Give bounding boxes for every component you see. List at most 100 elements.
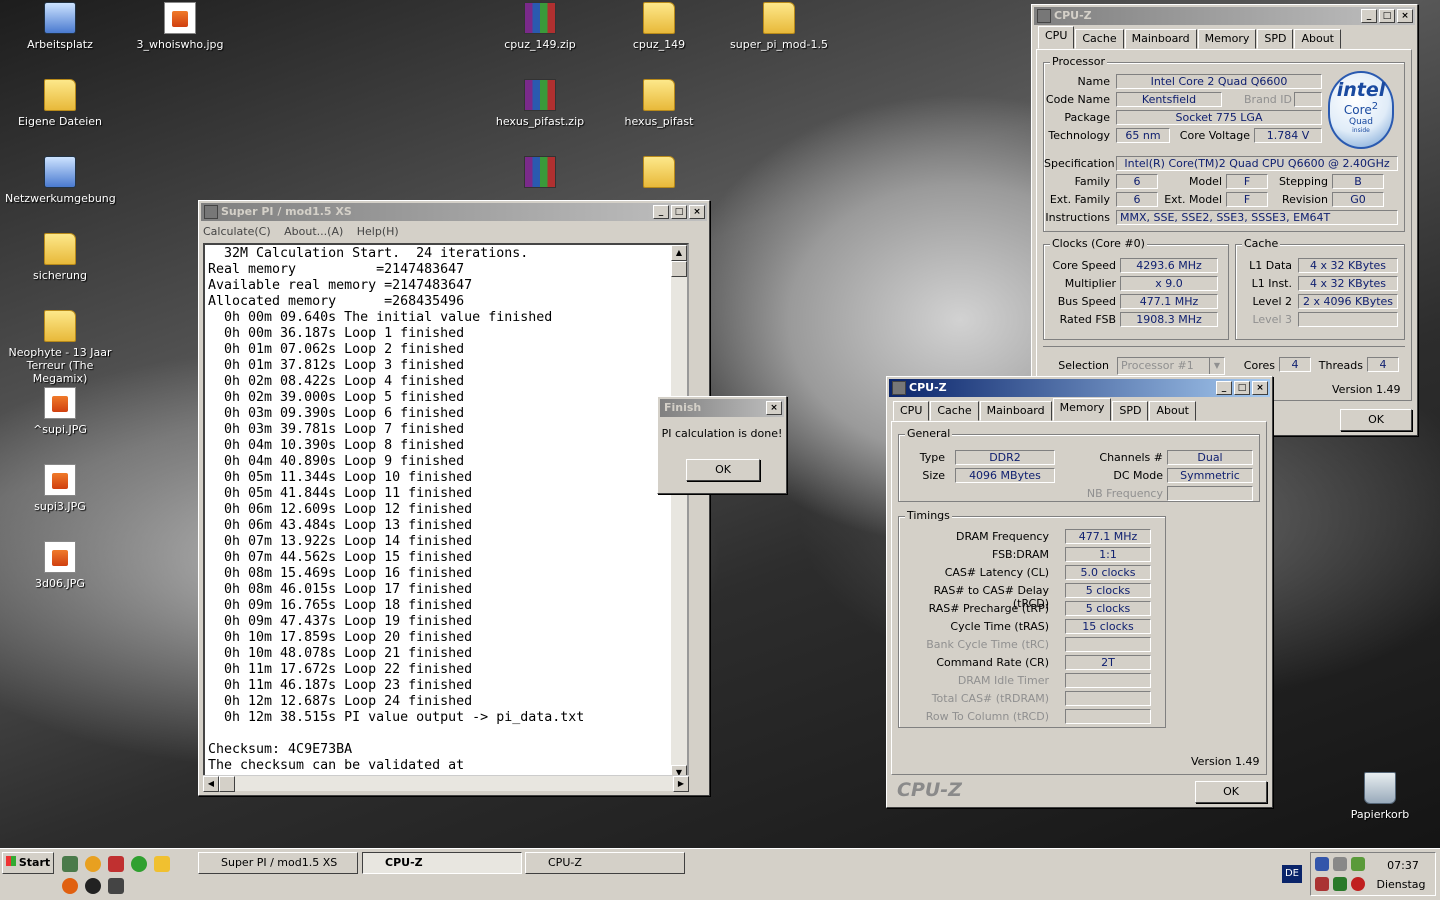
language-indicator[interactable]: DE [1282,865,1302,883]
close-button[interactable]: × [766,401,782,415]
minimize-button[interactable]: _ [653,205,669,219]
hscroll-thumb[interactable] [219,776,235,792]
tab-about[interactable]: About [1149,401,1196,421]
quicklaunch-icon-clover[interactable] [131,856,147,872]
scroll-left-icon[interactable]: ◀ [203,776,219,792]
cpuz-titlebar[interactable]: CPU-Z _ □ × [889,379,1270,397]
folder-icon [44,79,76,111]
desktop-icon-sicherung[interactable]: sicherung [5,233,115,282]
minimize-button[interactable]: _ [1361,9,1377,23]
maximize-button[interactable]: □ [1234,381,1250,395]
processor-select[interactable]: Processor #1 ▼ [1117,357,1225,375]
l1inst-value: 4 x 32 KBytes [1298,276,1398,291]
superpi-titlebar[interactable]: Super PI / mod1.5 XS _ □ × [201,203,707,221]
desktop-icon-papierkorb[interactable]: Papierkorb [1325,772,1435,821]
start-button[interactable]: Start [2,852,54,874]
instructions-label: Instructions [1045,211,1110,224]
type-label: Type [919,451,945,464]
steam-icon[interactable] [85,878,101,894]
folder-icon [763,2,795,34]
maximize-button[interactable]: □ [671,205,687,219]
menu-calculate[interactable]: Calculate(C) [203,225,271,238]
tab-spd[interactable]: SPD [1257,29,1294,49]
menu-help[interactable]: Help(H) [357,225,399,238]
terminal-icon[interactable] [108,878,124,894]
firefox-icon[interactable] [62,878,78,894]
tab-cpu[interactable]: CPU [893,401,930,421]
desktop-icon-superpi-folder[interactable]: super_pi_mod-1.5 [724,2,834,51]
close-button[interactable]: × [1397,9,1413,23]
tab-about[interactable]: About [1294,29,1341,49]
quicklaunch-icon-1[interactable] [62,856,78,872]
desktop-icon-hexus-zip[interactable]: hexus_pifast.zip [485,79,595,128]
desktop-icon-zip-partial[interactable] [485,156,595,192]
processor-group: Processor Name Intel Core 2 Quad Q6600 C… [1043,55,1405,232]
superpi-output[interactable]: 32M Calculation Start. 24 iterations. Re… [203,243,689,783]
scroll-right-icon[interactable]: ▶ [673,776,689,792]
quicklaunch-icon-info[interactable] [85,856,101,872]
desktop-icon-supi[interactable]: ^supi.JPG [5,387,115,436]
extfamily-value: 6 [1116,192,1158,207]
nvidia-tray-icon[interactable] [1351,857,1365,871]
instructions-value: MMX, SSE, SSE2, SSE3, SSSE3, EM64T [1116,210,1398,225]
menu-about[interactable]: About...(A) [284,225,343,238]
task-superpi[interactable]: Super PI / mod1.5 XS [198,852,358,874]
chevron-down-icon[interactable]: ▼ [1209,358,1224,374]
desktop-icon-supi3[interactable]: supi3.JPG [5,464,115,513]
threads-label: Threads [1318,359,1363,372]
tab-memory[interactable]: Memory [1197,29,1257,49]
archive-icon [524,156,556,188]
finish-titlebar[interactable]: Finish × [660,399,784,417]
security-shield-icon[interactable] [1351,877,1365,891]
cpuz-titlebar[interactable]: CPU-Z _ □ × [1034,7,1415,25]
extmodel-value: F [1226,192,1268,207]
vertical-scrollbar[interactable]: ▲ ▼ [671,245,687,781]
tab-spd[interactable]: SPD [1112,401,1149,421]
tray-icon-2[interactable] [1333,857,1347,871]
task-cpuz-2[interactable]: CPU-Z [525,852,685,874]
tab-cache[interactable]: Cache [1075,29,1124,49]
desktop-icon-netzwerk[interactable]: Netzwerkumgebung [5,156,116,205]
desktop-icon-eigene-dateien[interactable]: Eigene Dateien [5,79,115,128]
desktop-icon-folder-partial[interactable] [604,156,714,192]
close-button[interactable]: × [689,205,705,219]
task-cpuz-1[interactable]: CPU-Z [362,852,522,874]
scroll-up-icon[interactable]: ▲ [671,245,687,261]
package-label: Package [1064,111,1110,124]
name-label: Name [1077,75,1110,88]
tab-cpu[interactable]: CPU [1038,26,1075,49]
clock-time[interactable]: 07:37 [1375,859,1431,872]
voltage-label: Core Voltage [1179,129,1250,142]
desktop-icon-3d06[interactable]: 3d06.JPG [5,541,115,590]
extfamily-label: Ext. Family [1049,193,1110,206]
desktop-icon-hexus-folder[interactable]: hexus_pifast [604,79,714,128]
tab-mainboard[interactable]: Mainboard [1124,29,1197,49]
timing-label: Total CAS# (tRDRAM) [931,692,1049,705]
cpuz-ok-button[interactable]: OK [1195,781,1267,803]
desktop-icon-neophyte[interactable]: Neophyte - 13 Jaar Terreur (The Megamix) [2,310,118,385]
finish-ok-button[interactable]: OK [686,459,760,481]
tray-icon-5[interactable] [1333,877,1347,891]
desktop-icon-cpuz-zip[interactable]: cpuz_149.zip [485,2,595,51]
cpuz-ok-button[interactable]: OK [1340,409,1412,431]
tab-cache[interactable]: Cache [930,401,979,421]
superpi-menubar: Calculate(C) About...(A) Help(H) [199,223,709,241]
tab-memory[interactable]: Memory [1052,398,1112,421]
desktop-icon-arbeitsplatz[interactable]: Arbeitsplatz [5,2,115,51]
quicklaunch-icon-clock[interactable] [154,856,170,872]
family-label: Family [1074,175,1110,188]
desktop-icon-whoiswho[interactable]: 3_whoiswho.jpg [125,2,235,51]
finish-dialog: Finish × PI calculation is done! OK [657,396,787,494]
tab-mainboard[interactable]: Mainboard [979,401,1052,421]
scroll-thumb[interactable] [671,261,687,277]
maximize-button[interactable]: □ [1379,9,1395,23]
superpi-window: Super PI / mod1.5 XS _ □ × Calculate(C) … [198,200,710,796]
horizontal-scrollbar[interactable]: ◀ ▶ [203,775,689,792]
minimize-button[interactable]: _ [1216,381,1232,395]
desktop-icon-cpuz-folder[interactable]: cpuz_149 [604,2,714,51]
network-tray-icon[interactable] [1315,857,1329,871]
quicklaunch-icon-3[interactable] [108,856,124,872]
volume-tray-icon[interactable] [1315,877,1329,891]
timing-value: 5 clocks [1065,601,1151,616]
close-button[interactable]: × [1252,381,1268,395]
